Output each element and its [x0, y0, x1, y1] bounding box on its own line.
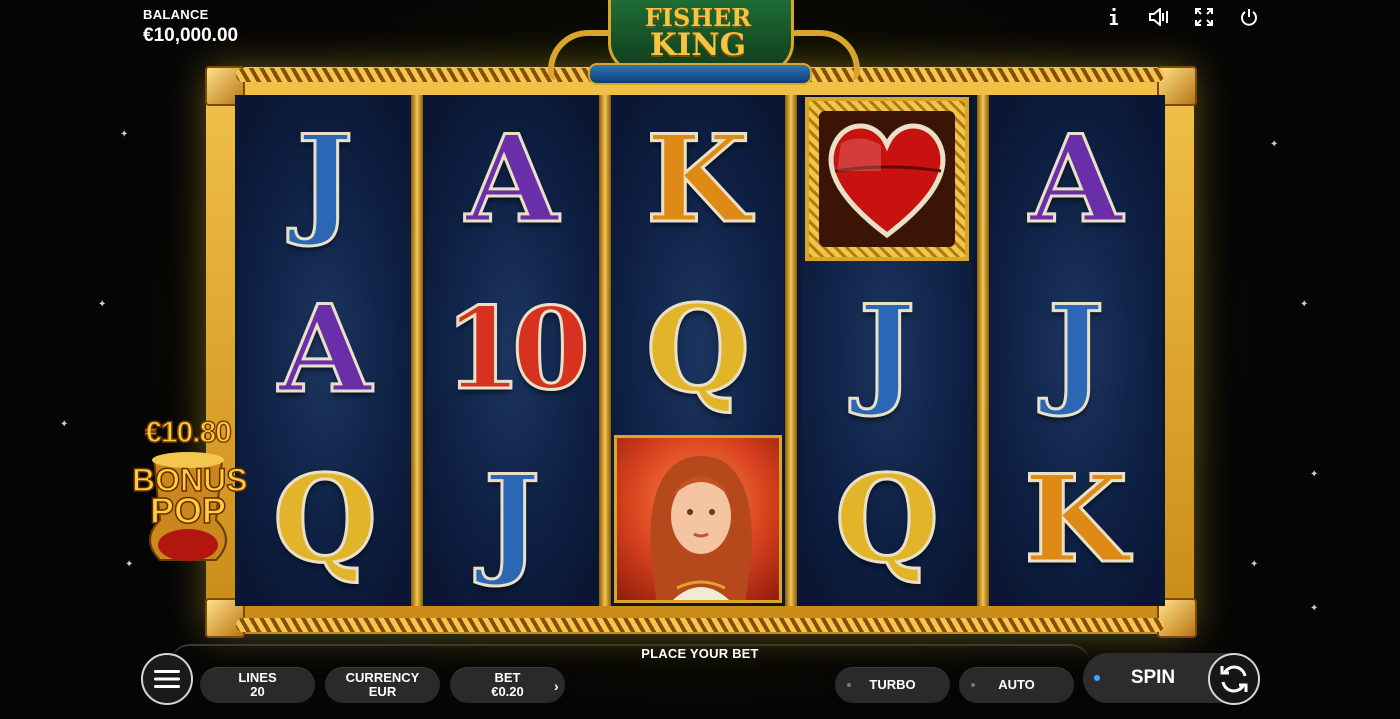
sparkle: ✦: [125, 559, 134, 570]
reel-1: JAQ: [239, 95, 411, 606]
lines-value: 20: [250, 684, 265, 699]
symbol-10: 10: [443, 284, 592, 415]
reel-2: A 10 J: [426, 95, 598, 606]
auto-label: AUTO: [998, 677, 1035, 692]
reel-3: KQ: [612, 95, 784, 606]
frame-rope: [236, 618, 1164, 632]
symbol-j: J: [482, 449, 542, 590]
fullscreen-icon[interactable]: [1190, 5, 1218, 29]
reel-4: JQ: [801, 95, 973, 606]
turbo-button[interactable]: TURBO: [835, 667, 950, 703]
symbol-q: Q: [644, 279, 752, 420]
symbol-a: A: [1028, 109, 1124, 250]
sparkle: ✦: [1270, 139, 1279, 150]
spin-circle-button[interactable]: [1208, 653, 1260, 705]
spin-indicator: [1094, 675, 1100, 681]
sparkle: ✦: [1310, 603, 1319, 614]
sparkle: ✦: [120, 129, 129, 140]
sparkle: ✦: [98, 299, 107, 310]
spin-label: SPIN: [1130, 667, 1176, 688]
princess-symbol: [614, 435, 782, 603]
symbol-j: J: [857, 279, 917, 420]
reel-area: J A Q A 10 J K Q J Q A J K: [235, 95, 1165, 606]
symbol-a: A: [277, 279, 373, 420]
symbol-k: K: [644, 109, 751, 250]
bonus-pop-amount: €10.80: [144, 415, 232, 450]
turbo-label: TURBO: [869, 677, 916, 692]
status-message: PLACE YOUR BET: [641, 646, 759, 661]
sparkle: ✦: [1250, 559, 1259, 570]
currency-selector[interactable]: CURRENCY EUR: [325, 667, 440, 703]
power-icon[interactable]: [1235, 5, 1263, 29]
info-icon[interactable]: [1100, 5, 1128, 29]
hamburger-icon: [154, 670, 180, 688]
menu-button[interactable]: [141, 653, 193, 705]
currency-value: EUR: [368, 684, 397, 699]
symbol-j: J: [1046, 279, 1106, 420]
logo-title-line2: KING: [649, 27, 747, 63]
turbo-indicator: [847, 683, 851, 687]
refresh-icon: [1220, 665, 1248, 693]
heart-symbol: [805, 97, 969, 261]
bet-label: BET: [494, 670, 521, 685]
currency-label: CURRENCY: [345, 670, 420, 685]
symbol-q: Q: [833, 449, 941, 590]
lines-selector[interactable]: LINES 20: [200, 667, 315, 703]
reel-divider: [411, 95, 423, 606]
symbol-q: Q: [271, 449, 379, 590]
lines-label: LINES: [238, 670, 277, 685]
symbol-a: A: [464, 109, 560, 250]
chevron-right-icon[interactable]: ›: [554, 678, 559, 694]
auto-button[interactable]: AUTO: [959, 667, 1074, 703]
balance-value: €10,000.00: [143, 25, 239, 46]
balance-label: BALANCE: [143, 7, 209, 22]
auto-indicator: [971, 683, 975, 687]
sparkle: ✦: [1310, 469, 1319, 480]
sparkle: ✦: [60, 419, 69, 430]
logo-wave: [588, 63, 812, 85]
symbol-k: K: [1022, 449, 1129, 590]
bet-selector[interactable]: BET €0.20: [450, 667, 565, 703]
reel-5: AJK: [990, 95, 1162, 606]
top-toolbar: [1100, 5, 1263, 29]
reel-divider: [599, 95, 611, 606]
game-logo: FISHER KING: [548, 0, 860, 85]
sound-icon[interactable]: [1145, 5, 1173, 29]
reel-divider: [977, 95, 989, 606]
bet-value: €0.20: [491, 684, 524, 699]
sparkle: ✦: [1300, 299, 1309, 310]
reel-divider: [785, 95, 797, 606]
symbol-j: J: [295, 109, 355, 250]
bonus-pop-word2: POP: [149, 489, 227, 532]
